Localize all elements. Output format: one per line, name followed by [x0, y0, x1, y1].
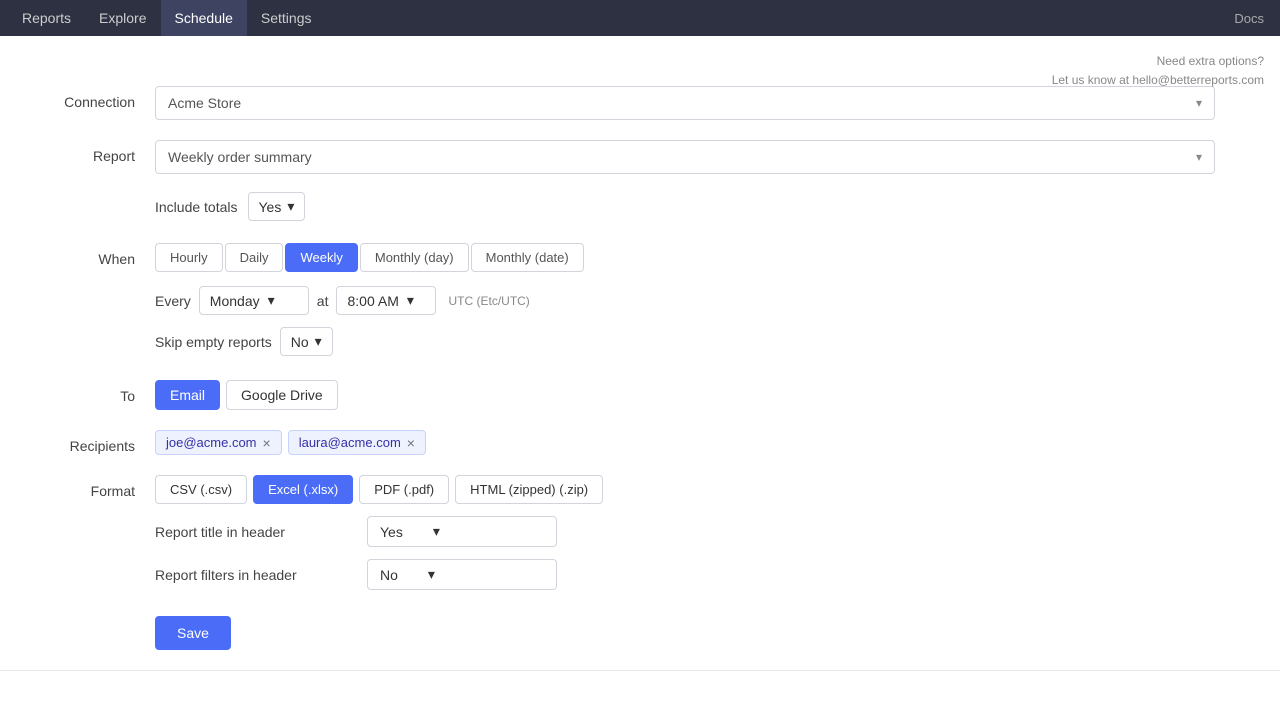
format-pdf-button[interactable]: PDF (.pdf): [359, 475, 449, 504]
recipient-remove-laura[interactable]: ×: [407, 436, 415, 450]
time-dropdown[interactable]: 8:00 AM ▾: [336, 286, 436, 315]
recipient-email-joe: joe@acme.com: [166, 435, 257, 450]
report-filters-header-label: Report filters in header: [155, 567, 355, 583]
chevron-down-icon: ▾: [268, 292, 275, 309]
nav-item-schedule[interactable]: Schedule: [161, 0, 247, 36]
report-title-header-dropdown[interactable]: Yes ▾: [367, 516, 557, 547]
report-row: Report Weekly order summary ▾: [0, 130, 1260, 184]
chevron-down-icon: ▾: [1196, 150, 1202, 164]
format-csv-button[interactable]: CSV (.csv): [155, 475, 247, 504]
format-label: Format: [0, 475, 155, 499]
timezone-label: UTC (Etc/UTC): [448, 294, 529, 308]
include-totals-dropdown[interactable]: Yes ▾: [248, 192, 306, 221]
skip-empty-dropdown[interactable]: No ▾: [280, 327, 333, 356]
skip-empty-value: No: [291, 334, 309, 350]
report-dropdown[interactable]: Weekly order summary ▾: [155, 140, 1215, 174]
chevron-down-icon: ▾: [315, 333, 322, 350]
help-text: Need extra options? Let us know at hello…: [1052, 52, 1264, 90]
recipient-remove-joe[interactable]: ×: [263, 436, 271, 450]
when-row: When Hourly Daily Weekly Monthly (day) M…: [0, 229, 1260, 366]
to-label: To: [0, 380, 155, 404]
when-control: Hourly Daily Weekly Monthly (day) Monthl…: [155, 243, 1215, 356]
recipient-tag-laura: laura@acme.com ×: [288, 430, 426, 455]
to-email-button[interactable]: Email: [155, 380, 220, 410]
nav-item-settings[interactable]: Settings: [247, 0, 326, 36]
report-title-header-label: Report title in header: [155, 524, 355, 540]
format-row: Format CSV (.csv) Excel (.xlsx) PDF (.pd…: [0, 465, 1260, 600]
tab-weekly[interactable]: Weekly: [285, 243, 357, 272]
schedule-form: Connection Acme Store ▾ Report Weekly or…: [0, 36, 1280, 650]
recipients-control: joe@acme.com × laura@acme.com ×: [155, 430, 1215, 455]
to-buttons: Email Google Drive: [155, 380, 1215, 410]
to-row: To Email Google Drive: [0, 366, 1260, 420]
include-totals-value: Yes: [259, 199, 282, 215]
report-control: Weekly order summary ▾: [155, 140, 1215, 174]
connection-label: Connection: [0, 86, 155, 110]
time-value: 8:00 AM: [347, 293, 398, 309]
help-line1: Need extra options?: [1052, 52, 1264, 71]
chevron-down-icon: ▾: [1196, 96, 1202, 110]
recipient-email-laura: laura@acme.com: [299, 435, 401, 450]
help-line2: Let us know at hello@betterreports.com: [1052, 71, 1264, 90]
every-label: Every: [155, 293, 191, 309]
format-excel-button[interactable]: Excel (.xlsx): [253, 475, 353, 504]
format-buttons: CSV (.csv) Excel (.xlsx) PDF (.pdf) HTML…: [155, 475, 1215, 504]
recipients-row: Recipients joe@acme.com × laura@acme.com…: [0, 420, 1260, 465]
every-row: Every Monday ▾ at 8:00 AM ▾ UTC (Etc/UTC…: [155, 286, 1215, 315]
connection-control: Acme Store ▾: [155, 86, 1215, 120]
report-filters-header-row: Report filters in header No ▾: [155, 559, 1215, 590]
top-navigation: Reports Explore Schedule Settings Docs: [0, 0, 1280, 36]
chevron-down-icon: ▾: [407, 292, 414, 309]
report-title-header-row: Report title in header Yes ▾: [155, 516, 1215, 547]
include-totals-label: Include totals: [155, 199, 238, 215]
tab-monthly-date[interactable]: Monthly (date): [471, 243, 584, 272]
report-filters-header-dropdown[interactable]: No ▾: [367, 559, 557, 590]
chevron-down-icon: ▾: [433, 523, 440, 540]
connection-dropdown[interactable]: Acme Store ▾: [155, 86, 1215, 120]
chevron-down-icon: ▾: [287, 198, 294, 215]
nav-docs[interactable]: Docs: [1234, 11, 1272, 26]
when-label: When: [0, 243, 155, 267]
recipient-tag-joe: joe@acme.com ×: [155, 430, 282, 455]
recipients-label: Recipients: [0, 430, 155, 454]
report-label: Report: [0, 140, 155, 164]
report-value: Weekly order summary: [168, 149, 312, 165]
save-button[interactable]: Save: [155, 616, 231, 650]
format-html-button[interactable]: HTML (zipped) (.zip): [455, 475, 603, 504]
tab-daily[interactable]: Daily: [225, 243, 284, 272]
chevron-down-icon: ▾: [428, 566, 435, 583]
connection-value: Acme Store: [168, 95, 241, 111]
report-title-header-value: Yes: [380, 524, 403, 540]
skip-empty-row: Skip empty reports No ▾: [155, 327, 1215, 356]
to-google-drive-button[interactable]: Google Drive: [226, 380, 338, 410]
recipients-area: joe@acme.com × laura@acme.com ×: [155, 430, 1215, 455]
report-filters-header-value: No: [380, 567, 398, 583]
skip-empty-label: Skip empty reports: [155, 334, 272, 350]
tab-monthly-day[interactable]: Monthly (day): [360, 243, 469, 272]
format-control: CSV (.csv) Excel (.xlsx) PDF (.pdf) HTML…: [155, 475, 1215, 590]
day-of-week-dropdown[interactable]: Monday ▾: [199, 286, 309, 315]
to-control: Email Google Drive: [155, 380, 1215, 410]
main-content: Need extra options? Let us know at hello…: [0, 36, 1280, 720]
day-of-week-value: Monday: [210, 293, 260, 309]
nav-item-explore[interactable]: Explore: [85, 0, 160, 36]
nav-item-reports[interactable]: Reports: [8, 0, 85, 36]
include-totals-row: Include totals Yes ▾: [0, 184, 1280, 229]
at-label: at: [317, 293, 329, 309]
when-tabs: Hourly Daily Weekly Monthly (day) Monthl…: [155, 243, 1215, 272]
tab-hourly[interactable]: Hourly: [155, 243, 223, 272]
